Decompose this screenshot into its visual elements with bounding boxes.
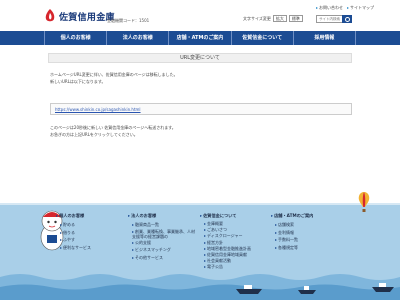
search-button[interactable] [342, 15, 352, 23]
bank-code: 金融機関コード：1501 [107, 18, 150, 23]
footer-link[interactable]: その他サービス [132, 254, 198, 262]
utility-links: お問い合わせ サイトマップ [316, 5, 374, 11]
footer-link[interactable]: 電子公告 [204, 264, 251, 270]
new-url-box: https://www.shinkin.co.jp/sagashinkin.ht… [50, 103, 352, 115]
footer-link[interactable]: 手数料一覧 [275, 236, 313, 244]
redirect-line: お急ぎの方は上記URLをクリックしてください。 [50, 132, 138, 137]
text-size-control: 文字サイズ変更 拡大 標準 [243, 15, 303, 22]
footer-link[interactable]: 融資商品一覧 [132, 221, 198, 229]
boat-icon [372, 283, 394, 292]
nav-item-about[interactable]: 佐賀信金について [232, 31, 294, 45]
footer-col-heading[interactable]: 佐賀信金について [200, 213, 251, 219]
intro-line: 新しいURLは以下になります。 [50, 78, 106, 84]
nav-item-branches-atm[interactable]: 店舗・ATMのご案内 [169, 31, 232, 45]
global-nav-inner: 個人のお客様 法人のお客様 店舗・ATMのご案内 佐賀信金について 採用情報 [44, 31, 357, 45]
global-nav: 個人のお客様 法人のお客様 店舗・ATMのご案内 佐賀信金について 採用情報 [0, 31, 400, 45]
footer-link[interactable]: 各種規定等 [275, 244, 313, 252]
text-size-label: 文字サイズ変更 [243, 15, 271, 21]
text-size-standard-button[interactable]: 標準 [288, 15, 303, 22]
footer-col-corporate: 法人のお客様 融資商品一覧 創業、業種転換、事業継承、人材支援等の経営課題の 公… [128, 213, 198, 261]
logo[interactable]: 佐賀信用金庫 [44, 9, 115, 23]
redirect-line: このページは20秒後に新しい 佐賀信用金庫のページへ転送されます。 [50, 125, 176, 130]
footer-link[interactable]: 創業、業種転換、事業継承、人材支援等の経営課題の [132, 229, 198, 239]
nav-item-personal[interactable]: 個人のお客様 [44, 31, 108, 45]
intro-line: ホームページURL変更に伴い、佐賀信用金庫のページは移転しました。 [50, 72, 178, 77]
footer-col-about: 佐賀信金について 金庫概要 ごあいさつ ディスクロージャー 経営方針 地域密着型… [200, 213, 251, 271]
sitemap-link[interactable]: サイトマップ [347, 5, 374, 11]
intro-text: ホームページURL変更に伴い、佐賀信用金庫のページは移転しました。 新しいURL… [50, 72, 178, 85]
footer-link[interactable]: 金利情報 [275, 229, 313, 237]
footer-col-heading[interactable]: 個人のお客様 [56, 213, 91, 219]
footer-link[interactable]: 公的支援 [132, 239, 198, 247]
redirect-notice: このページは20秒後に新しい 佐賀信用金庫のページへ転送されます。 お急ぎの方は… [50, 124, 176, 138]
text-size-large-button[interactable]: 拡大 [272, 15, 287, 22]
footer-col-personal: 個人のお客様 貯める 借りる ふやす 便利なサービス [56, 213, 91, 251]
nav-item-corporate[interactable]: 法人のお客様 [107, 31, 170, 45]
logo-mark-icon [45, 9, 55, 22]
new-url-link[interactable]: https://www.shinkin.co.jp/sagashinkin.ht… [55, 107, 141, 112]
footer-link[interactable]: ビジネスマッチング [132, 246, 198, 254]
footer-link[interactable]: 借りる [60, 229, 91, 237]
boat-icon [298, 286, 316, 294]
site-header: 佐賀信用金庫 金融機関コード：1501 お問い合わせ サイトマップ 文字サイズ変… [0, 0, 400, 30]
hot-air-balloon-icon [358, 192, 370, 212]
contact-link[interactable]: お問い合わせ [316, 5, 343, 11]
boat-icon [236, 285, 262, 294]
footer-link[interactable]: ふやす [60, 236, 91, 244]
footer-link[interactable]: 便利なサービス [60, 244, 91, 252]
nav-item-recruit[interactable]: 採用情報 [294, 31, 357, 45]
page-title: URL変更について [48, 53, 352, 63]
footer-col-heading[interactable]: 法人のお客様 [128, 213, 198, 219]
footer-col-branches: 店舗・ATMのご案内 店舗検索 金利情報 手数料一覧 各種規定等 [271, 213, 313, 251]
footer-link[interactable]: 店舗検索 [275, 221, 313, 229]
footer-link[interactable]: 貯める [60, 221, 91, 229]
footer-col-heading[interactable]: 店舗・ATMのご案内 [271, 213, 313, 219]
